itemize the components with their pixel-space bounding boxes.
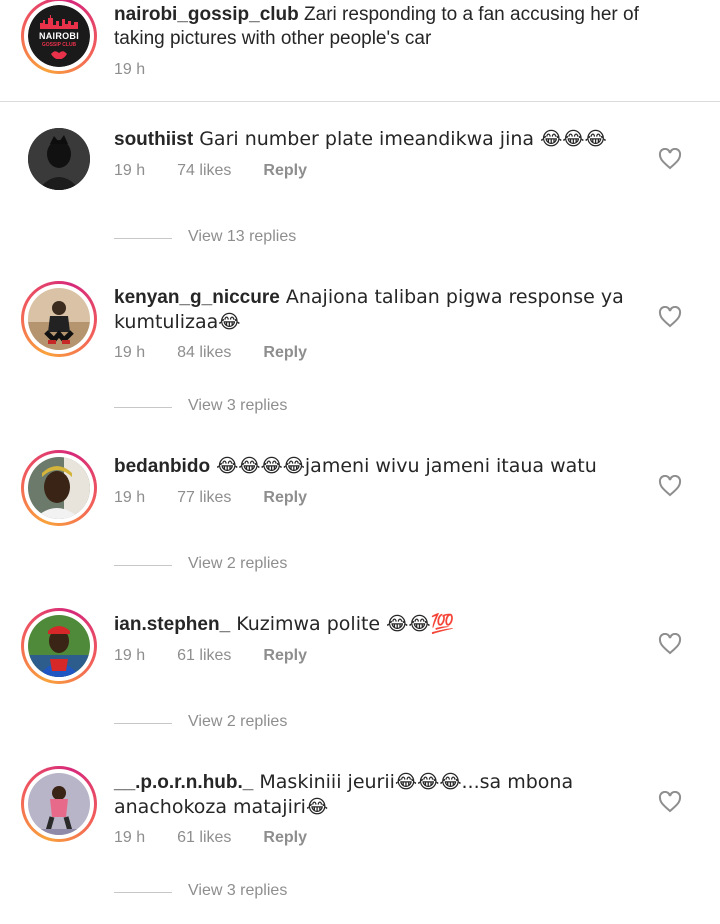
comment-meta: 19 h 74 likes Reply: [114, 161, 307, 181]
caption-meta: 19 h: [114, 60, 145, 80]
avatar-image: [28, 457, 90, 519]
logo-line1: NAIROBI: [38, 31, 80, 41]
view-replies-label[interactable]: View 3 replies: [188, 882, 287, 900]
reply-button[interactable]: Reply: [263, 488, 307, 508]
reply-button[interactable]: Reply: [263, 646, 307, 666]
view-replies-label[interactable]: View 2 replies: [188, 713, 287, 731]
skyline-icon: [40, 15, 78, 29]
avatar[interactable]: [21, 608, 97, 684]
comment-time: 19 h: [114, 647, 146, 664]
avatar-image: [28, 288, 90, 350]
reply-button[interactable]: Reply: [263, 343, 307, 363]
comment-text: bedanbido 😂😂😂😂jameni wivu jameni itaua w…: [114, 454, 634, 479]
comment-time: 19 h: [114, 489, 146, 506]
likes-count[interactable]: 61 likes: [177, 828, 231, 848]
comment-time: 19 h: [114, 829, 146, 846]
comment-time: 19 h: [114, 162, 146, 179]
comment-meta: 19 h 84 likes Reply: [114, 343, 307, 363]
comment-body: Kuzimwa polite 😂😂💯: [230, 613, 455, 635]
comment-text: __.p.o.r.n.hub._ Maskiniii jeurii😂😂😂...s…: [114, 770, 634, 820]
view-replies-line: [114, 892, 172, 893]
caption-username[interactable]: nairobi_gossip_club: [114, 4, 299, 25]
comment-meta: 19 h 61 likes Reply: [114, 828, 307, 848]
view-replies-label[interactable]: View 13 replies: [188, 228, 296, 246]
heart-outline-icon[interactable]: [658, 633, 682, 655]
comment-username[interactable]: __.p.o.r.n.hub._: [114, 772, 253, 793]
likes-count[interactable]: 84 likes: [177, 343, 231, 363]
avatar-image: [28, 615, 90, 677]
avatar-image: [28, 773, 90, 835]
comment-text: ian.stephen_ Kuzimwa polite 😂😂💯: [114, 612, 634, 637]
logo-line2: GOSSIP CLUB: [41, 42, 77, 48]
heart-outline-icon[interactable]: [658, 475, 682, 497]
comment-meta: 19 h 77 likes Reply: [114, 488, 307, 508]
likes-count[interactable]: 61 likes: [177, 646, 231, 666]
comment-username[interactable]: southiist: [114, 129, 193, 150]
avatar[interactable]: [21, 281, 97, 357]
heart-outline-icon[interactable]: [658, 791, 682, 813]
view-replies-line: [114, 238, 172, 239]
comment-body: Gari number plate imeandikwa jina 😂😂😂: [193, 128, 607, 150]
reply-button[interactable]: Reply: [263, 161, 307, 181]
avatar[interactable]: [21, 766, 97, 842]
comment-username[interactable]: ian.stephen_: [114, 614, 230, 635]
comment-username[interactable]: kenyan_g_niccure: [114, 287, 280, 308]
comment-text: kenyan_g_niccure Anajiona taliban pigwa …: [114, 285, 634, 335]
comment-body: 😂😂😂😂jameni wivu jameni itaua watu: [210, 455, 597, 477]
lips-icon: [51, 51, 67, 59]
heart-outline-icon[interactable]: [658, 148, 682, 170]
divider: [0, 101, 720, 102]
view-replies-line: [114, 565, 172, 566]
caption-avatar[interactable]: NAIROBI GOSSIP CLUB: [21, 0, 97, 74]
post-caption: NAIROBI GOSSIP CLUB nairobi_gossip_club …: [0, 0, 720, 102]
avatar[interactable]: [28, 128, 90, 190]
view-replies-line: [114, 723, 172, 724]
comment-time: 19 h: [114, 344, 146, 361]
comment-username[interactable]: bedanbido: [114, 456, 210, 477]
reply-button[interactable]: Reply: [263, 828, 307, 848]
comment-meta: 19 h 61 likes Reply: [114, 646, 307, 666]
caption-text: nairobi_gossip_club Zari responding to a…: [114, 3, 674, 51]
heart-outline-icon[interactable]: [658, 306, 682, 328]
view-replies-label[interactable]: View 3 replies: [188, 397, 287, 415]
likes-count[interactable]: 77 likes: [177, 488, 231, 508]
comment-text: southiist Gari number plate imeandikwa j…: [114, 127, 634, 152]
caption-time: 19 h: [114, 61, 146, 78]
likes-count[interactable]: 74 likes: [177, 161, 231, 181]
view-replies-label[interactable]: View 2 replies: [188, 555, 287, 573]
avatar-image: [28, 128, 90, 190]
avatar[interactable]: [21, 450, 97, 526]
nairobi-gossip-club-logo: NAIROBI GOSSIP CLUB: [28, 5, 90, 67]
view-replies-line: [114, 407, 172, 408]
